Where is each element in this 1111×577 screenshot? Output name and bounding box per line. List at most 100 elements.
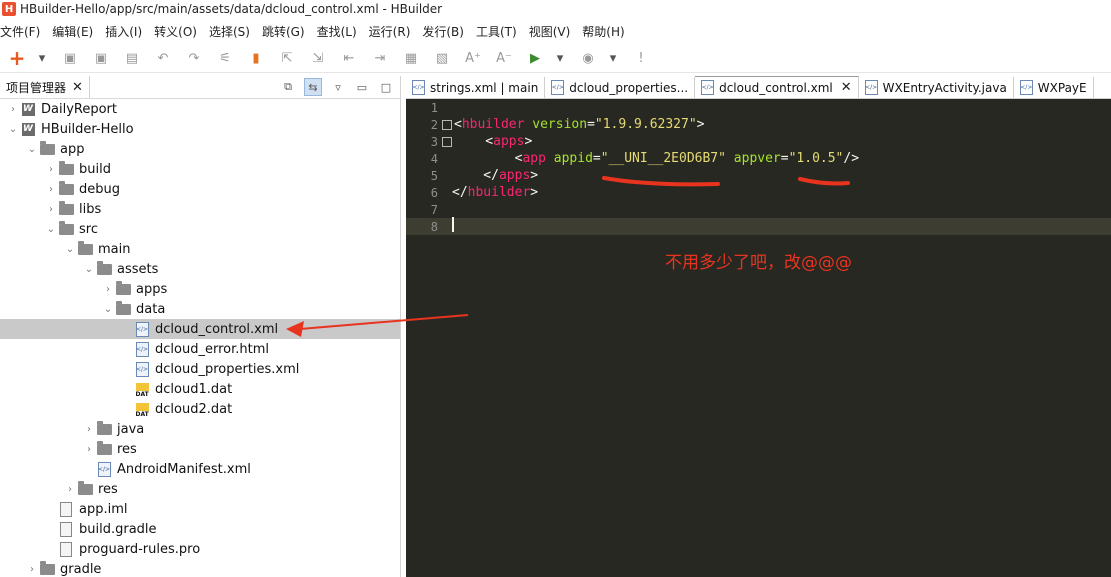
collapse-all-icon[interactable]: ⧉ xyxy=(280,79,296,95)
font-smaller-icon[interactable]: A⁻ xyxy=(493,47,515,69)
chevron-right-icon[interactable]: › xyxy=(101,284,115,295)
tree-item[interactable]: › res xyxy=(0,479,400,499)
code-line[interactable]: 4 <app appid="__UNI__2E0D6B7" appver="1.… xyxy=(406,150,1111,167)
chevron-down-icon[interactable]: ⌄ xyxy=(44,224,58,235)
menu-item[interactable]: 文件(F) xyxy=(0,23,46,40)
chevron-right-icon[interactable]: › xyxy=(44,204,58,215)
browser-icon[interactable]: ◉ xyxy=(577,47,599,69)
menu-item[interactable]: 工具(T) xyxy=(476,23,523,40)
menu-item[interactable]: 运行(R) xyxy=(369,23,417,40)
code-line[interactable]: 6 </hbuilder> xyxy=(406,184,1111,201)
comment-icon[interactable]: ▦ xyxy=(400,47,422,69)
close-icon[interactable]: ✕ xyxy=(72,80,83,95)
tree-item[interactable]: ⌄ W HBuilder-Hello xyxy=(0,119,400,139)
menu-item[interactable]: 插入(I) xyxy=(105,23,148,40)
chevron-right-icon[interactable]: › xyxy=(44,164,58,175)
editor-tab[interactable]: </> strings.xml | main xyxy=(406,77,546,98)
font-bigger-icon[interactable]: A⁺ xyxy=(462,47,484,69)
fold-toggle-icon[interactable] xyxy=(442,136,452,147)
tree-item[interactable]: </> dcloud_error.html xyxy=(0,339,400,359)
menu-item[interactable]: 编辑(E) xyxy=(52,23,99,40)
tree-item[interactable]: proguard-rules.pro xyxy=(0,539,400,559)
tree-item[interactable]: ⌄ assets xyxy=(0,259,400,279)
maximize-icon[interactable]: □ xyxy=(378,79,394,95)
tree-item[interactable]: › debug xyxy=(0,179,400,199)
editor-tab[interactable]: </> dcloud_control.xml ✕ xyxy=(695,76,859,98)
chevron-right-icon[interactable]: › xyxy=(63,484,77,495)
editor-tab-label: WXPayE xyxy=(1037,80,1087,95)
chevron-right-icon[interactable]: › xyxy=(44,184,58,195)
menu-item[interactable]: 帮助(H) xyxy=(582,23,630,40)
save-icon[interactable]: ▣ xyxy=(59,47,81,69)
fold-toggle-icon[interactable] xyxy=(442,119,452,130)
minimize-icon[interactable]: ▭ xyxy=(354,79,370,95)
editor-tab[interactable]: </> WXEntryActivity.java xyxy=(858,77,1014,98)
new-icon[interactable]: + xyxy=(6,46,28,70)
chevron-down-icon[interactable]: ⌄ xyxy=(63,244,77,255)
project-manager-tab[interactable]: 项目管理器 ✕ xyxy=(0,76,90,98)
menu-item[interactable]: 视图(V) xyxy=(529,23,577,40)
tree-item[interactable]: ⌄ main xyxy=(0,239,400,259)
chevron-right-icon[interactable]: › xyxy=(6,104,20,115)
editor-tab[interactable]: </> dcloud_properties... xyxy=(545,77,696,98)
run-dropdown-icon[interactable]: ▾ xyxy=(555,47,565,69)
tree-item[interactable]: </> dcloud_control.xml xyxy=(0,319,400,339)
tree-item[interactable]: dcloud1.dat xyxy=(0,379,400,399)
tree-item[interactable]: › res xyxy=(0,439,400,459)
tree-item[interactable]: app.iml xyxy=(0,499,400,519)
chevron-down-icon[interactable]: ⌄ xyxy=(6,124,20,135)
indent-left-icon[interactable]: ⇤ xyxy=(338,47,360,69)
tree-item[interactable]: › apps xyxy=(0,279,400,299)
tree-item[interactable]: › libs xyxy=(0,199,400,219)
properties-icon[interactable]: ▤ xyxy=(121,47,143,69)
tree-item[interactable]: ⌄ app xyxy=(0,139,400,159)
goto-icon[interactable]: ⇱ xyxy=(276,47,298,69)
link-editor-icon[interactable]: ⇆ xyxy=(304,78,322,96)
tree-item[interactable]: ⌄ src xyxy=(0,219,400,239)
redo-icon[interactable]: ↷ xyxy=(183,47,205,69)
feedback-icon[interactable]: ! xyxy=(630,47,652,69)
code-line[interactable]: 3 <apps> xyxy=(406,133,1111,150)
code-line[interactable]: 2 <hbuilder version="1.9.9.62327"> xyxy=(406,116,1111,133)
code-line[interactable]: 5 </apps> xyxy=(406,167,1111,184)
format-icon[interactable]: ⚟ xyxy=(214,47,236,69)
panel-menu-icon[interactable]: ▿ xyxy=(330,79,346,95)
tree-item[interactable]: › build xyxy=(0,159,400,179)
code-line[interactable]: 8 xyxy=(406,217,1111,235)
tree-item-label: DailyReport xyxy=(41,101,117,117)
menu-item[interactable]: 转义(O) xyxy=(154,23,203,40)
tree-item[interactable]: › W DailyReport xyxy=(0,99,400,119)
uncomment-icon[interactable]: ▧ xyxy=(431,47,453,69)
code-area[interactable]: 1 2 <hbuilder version="1.9.9.62327"> 3 <app… xyxy=(406,99,1111,577)
code-line[interactable]: 1 xyxy=(406,99,1111,116)
export-icon[interactable]: ⇲ xyxy=(307,47,329,69)
tree-item[interactable]: › java xyxy=(0,419,400,439)
tree-item[interactable]: ⌄ data xyxy=(0,299,400,319)
chevron-right-icon[interactable]: › xyxy=(82,424,96,435)
bookmark-icon[interactable]: ▮ xyxy=(245,47,267,69)
chevron-right-icon[interactable]: › xyxy=(82,444,96,455)
menu-item[interactable]: 查找(L) xyxy=(317,23,363,40)
menu-item[interactable]: 发行(B) xyxy=(422,23,470,40)
editor-tab[interactable]: </> WXPayE xyxy=(1013,77,1094,98)
browser-dropdown-icon[interactable]: ▾ xyxy=(608,47,618,69)
undo-icon[interactable]: ↶ xyxy=(152,47,174,69)
run-icon[interactable]: ▶ xyxy=(524,47,546,69)
chevron-down-icon[interactable]: ⌄ xyxy=(25,144,39,155)
chevron-down-icon[interactable]: ⌄ xyxy=(101,304,115,315)
menu-item[interactable]: 选择(S) xyxy=(209,23,256,40)
menu-item[interactable]: 跳转(G) xyxy=(262,23,311,40)
chevron-down-icon[interactable]: ⌄ xyxy=(82,264,96,275)
tree-item[interactable]: </> dcloud_properties.xml xyxy=(0,359,400,379)
tree-item[interactable]: build.gradle xyxy=(0,519,400,539)
tree-item-label: dcloud_error.html xyxy=(155,341,269,357)
tree-item[interactable]: › gradle xyxy=(0,559,400,577)
tree-item[interactable]: </> AndroidManifest.xml xyxy=(0,459,400,479)
tree-item[interactable]: dcloud2.dat xyxy=(0,399,400,419)
chevron-right-icon[interactable]: › xyxy=(25,564,39,575)
code-line[interactable]: 7 xyxy=(406,201,1111,218)
save-all-icon[interactable]: ▣ xyxy=(90,47,112,69)
indent-right-icon[interactable]: ⇥ xyxy=(369,47,391,69)
close-icon[interactable]: ✕ xyxy=(841,80,852,95)
dropdown-icon[interactable]: ▾ xyxy=(37,47,47,69)
